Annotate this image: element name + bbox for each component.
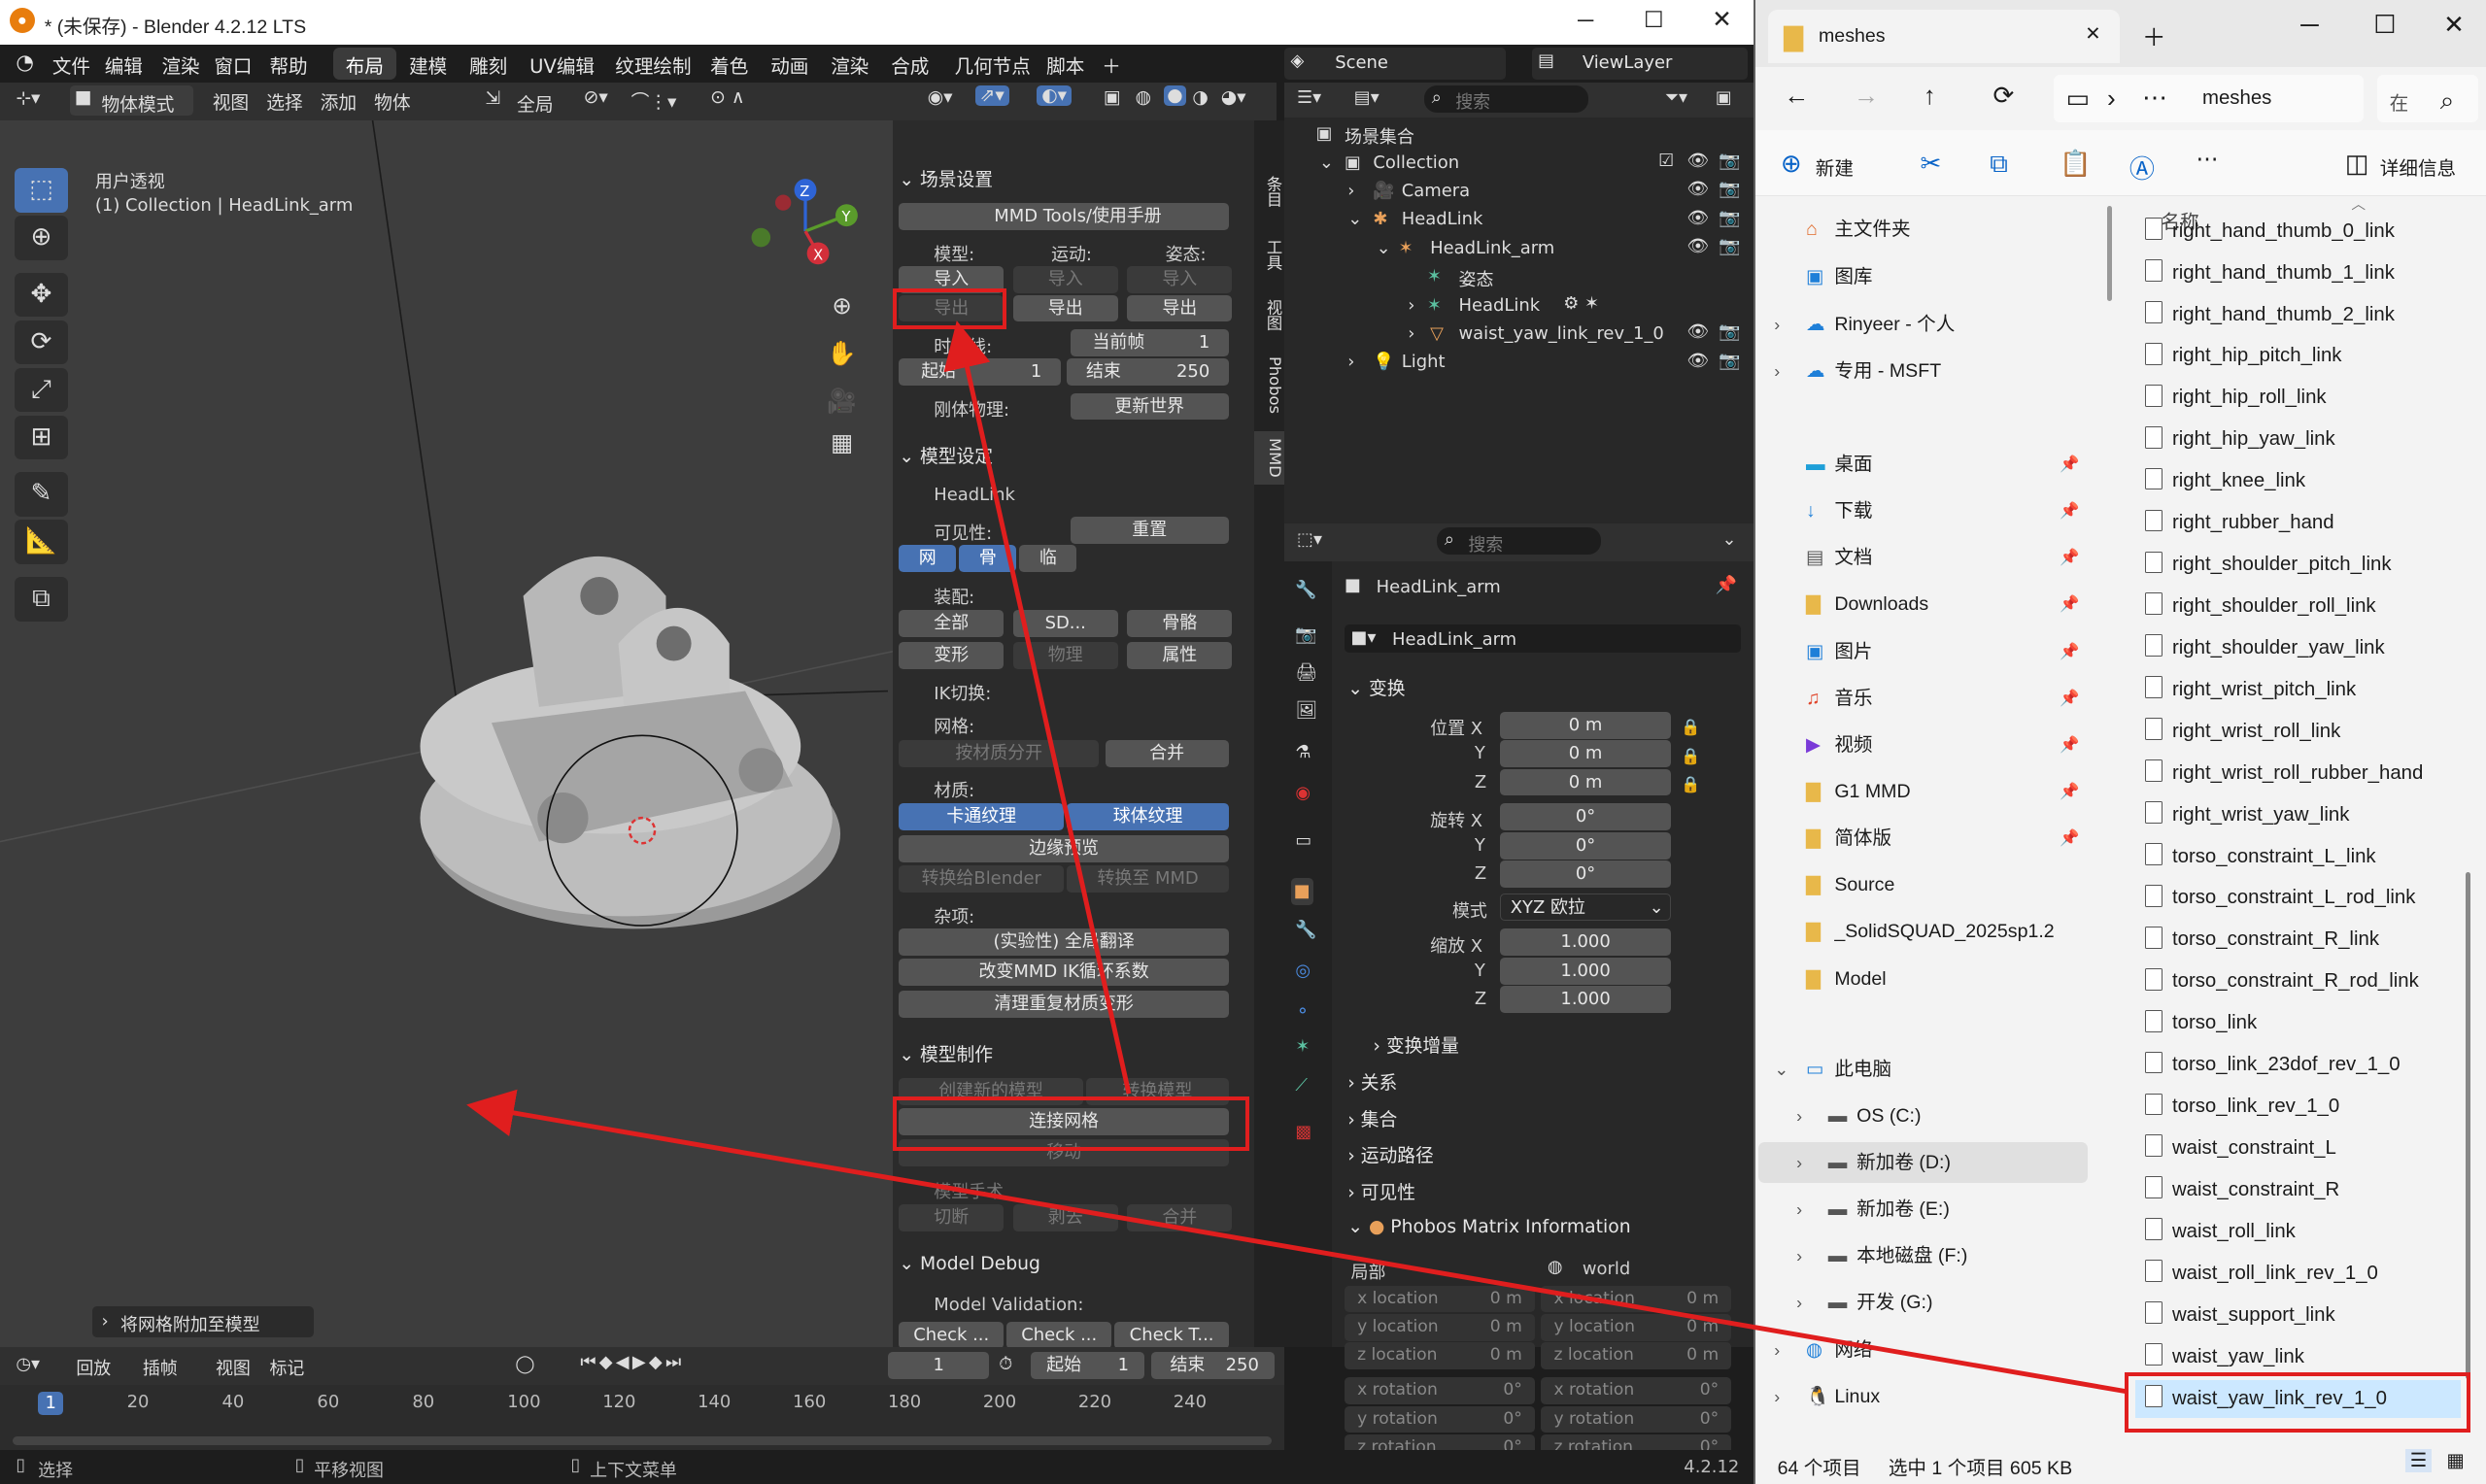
annotation-arrows [466,320,2128,1395]
